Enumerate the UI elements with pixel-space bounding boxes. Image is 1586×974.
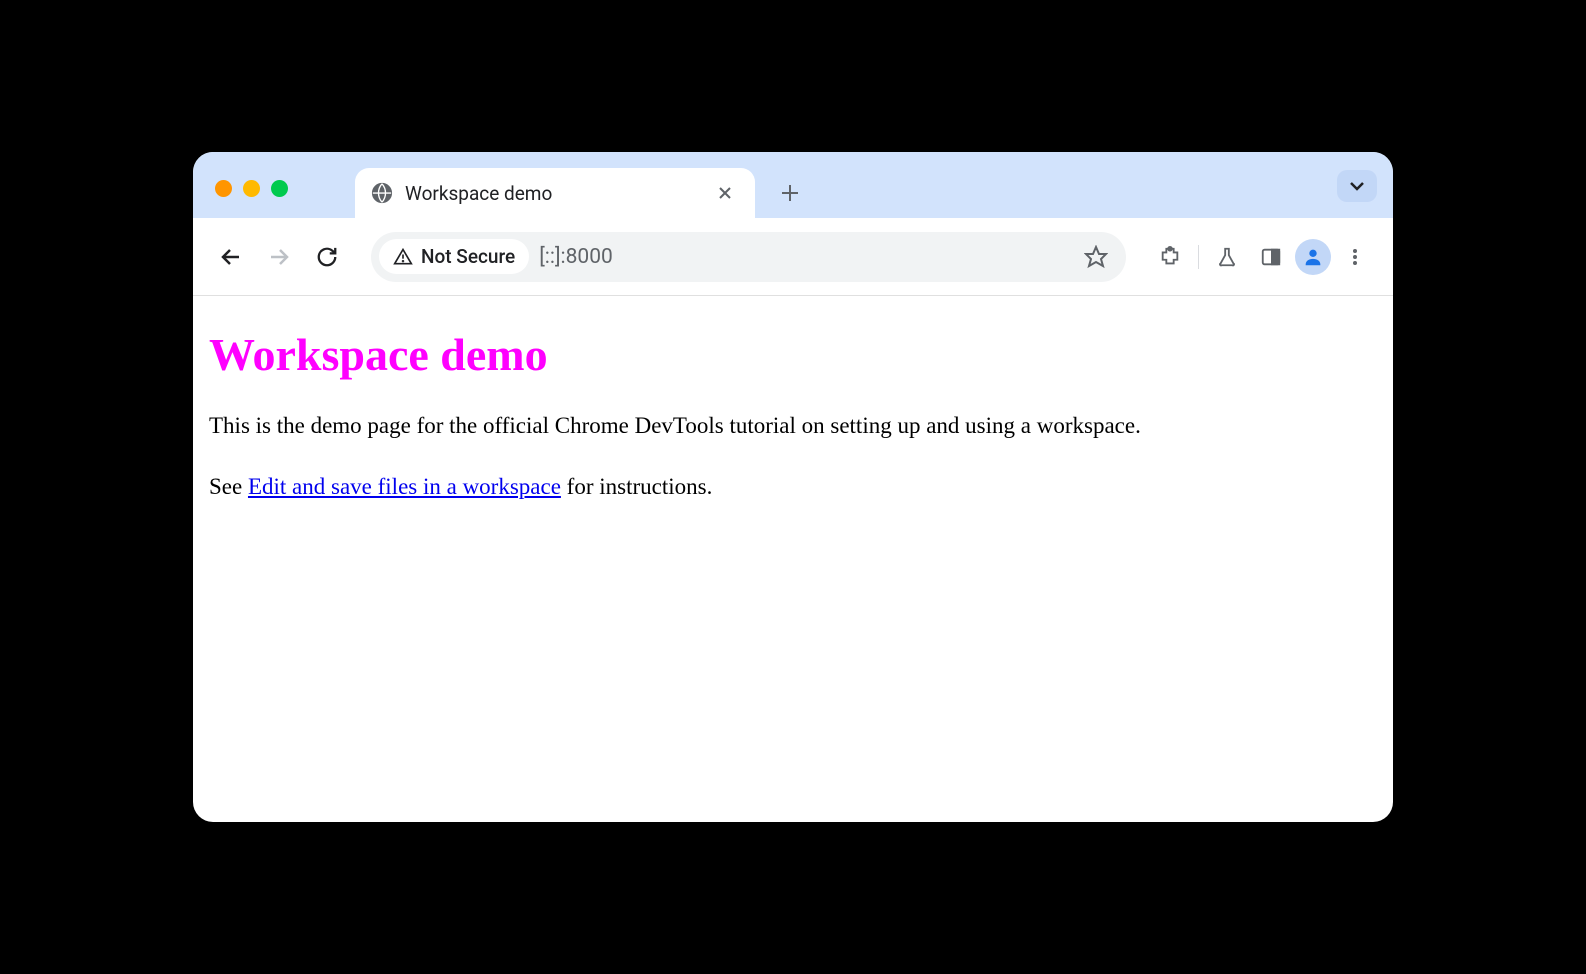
extensions-button[interactable] — [1150, 237, 1190, 277]
address-bar[interactable]: Not Secure [::]:8000 — [371, 232, 1126, 282]
labs-button[interactable] — [1207, 237, 1247, 277]
profile-button[interactable] — [1295, 239, 1331, 275]
browser-toolbar: Not Secure [::]:8000 — [193, 218, 1393, 296]
back-button[interactable] — [211, 237, 251, 277]
maximize-window-button[interactable] — [271, 180, 288, 197]
toolbar-divider — [1198, 245, 1199, 269]
page-content: Workspace demo This is the demo page for… — [193, 296, 1393, 562]
close-window-button[interactable] — [215, 180, 232, 197]
page-paragraph-1: This is the demo page for the official C… — [209, 409, 1377, 444]
close-tab-button[interactable] — [711, 183, 739, 203]
browser-window: Workspace demo — [193, 152, 1393, 822]
menu-button[interactable] — [1335, 237, 1375, 277]
reload-button[interactable] — [307, 237, 347, 277]
bookmark-button[interactable] — [1074, 239, 1118, 275]
toolbar-actions — [1150, 237, 1375, 277]
minimize-window-button[interactable] — [243, 180, 260, 197]
side-panel-button[interactable] — [1251, 237, 1291, 277]
page-heading: Workspace demo — [209, 328, 1377, 381]
url-text: [::]:8000 — [539, 245, 1064, 269]
tutorial-link[interactable]: Edit and save files in a workspace — [248, 474, 561, 499]
page-paragraph-2: See Edit and save files in a workspace f… — [209, 470, 1377, 505]
security-indicator[interactable]: Not Secure — [379, 239, 529, 274]
paragraph-prefix: See — [209, 474, 248, 499]
tab-strip: Workspace demo — [193, 152, 1393, 218]
globe-icon — [371, 182, 393, 204]
security-label: Not Secure — [421, 245, 515, 268]
window-controls — [215, 180, 288, 197]
forward-button[interactable] — [259, 237, 299, 277]
new-tab-button[interactable] — [771, 174, 809, 212]
tabs-dropdown-button[interactable] — [1337, 170, 1377, 202]
browser-tab[interactable]: Workspace demo — [355, 168, 755, 218]
tab-title: Workspace demo — [405, 182, 699, 205]
warning-icon — [393, 247, 413, 267]
paragraph-suffix: for instructions. — [561, 474, 712, 499]
